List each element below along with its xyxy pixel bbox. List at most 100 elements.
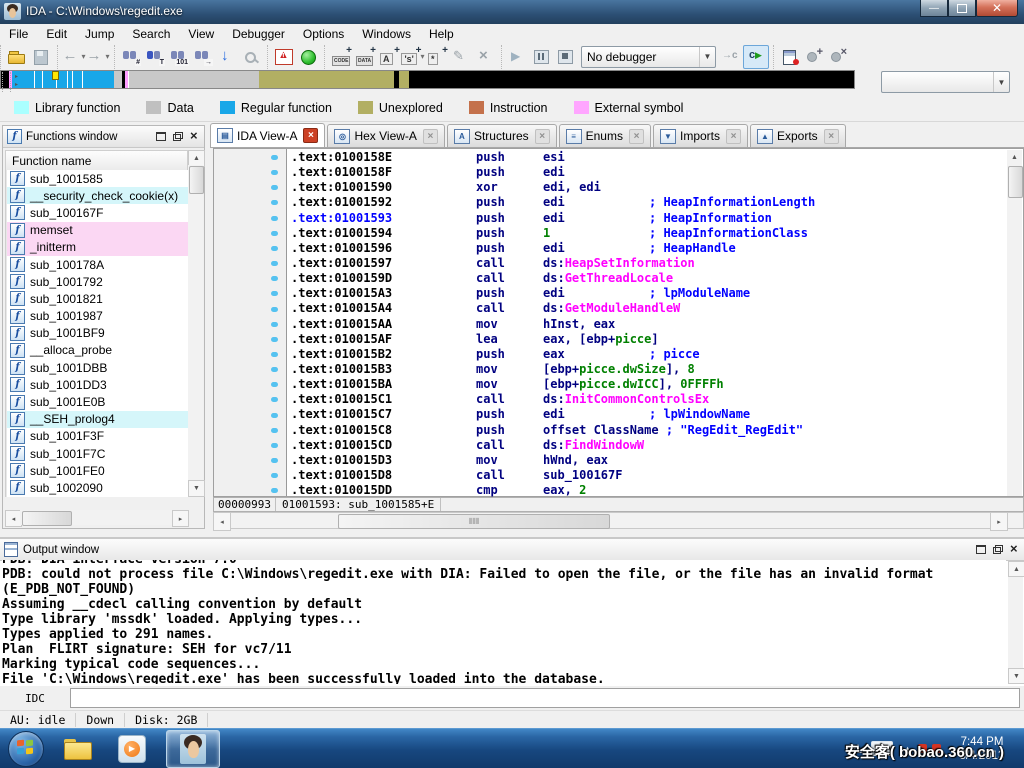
- menu-item-options[interactable]: Options: [294, 25, 353, 43]
- explorer-taskbar-button[interactable]: [58, 732, 98, 766]
- disasm-line[interactable]: .text:010015C1callds:InitCommonControlsE…: [291, 392, 1006, 407]
- menu-item-debugger[interactable]: Debugger: [223, 25, 294, 43]
- disasm-line[interactable]: .text:010015A4callds:GetModuleHandleW: [291, 301, 1006, 316]
- tab-hex-view-a[interactable]: ◎Hex View-A×: [327, 124, 444, 147]
- code-location-dot[interactable]: [271, 155, 278, 160]
- close-icon[interactable]: ×: [303, 128, 318, 143]
- idc-command-input[interactable]: [70, 688, 1020, 708]
- start-button[interactable]: [8, 731, 44, 767]
- functions-vertical-scrollbar[interactable]: ▲ ▼: [188, 150, 203, 497]
- disasm-line[interactable]: .text:0100159Dcallds:GetThreadLocale: [291, 271, 1006, 286]
- maximize-button[interactable]: [948, 0, 976, 17]
- disasm-line[interactable]: .text:010015DDcmpeax, 2: [291, 483, 1006, 497]
- code-location-dot[interactable]: [271, 382, 278, 387]
- disasm-line[interactable]: .text:010015B3mov[ebp+picce.dwSize], 8: [291, 362, 1006, 377]
- media-player-taskbar-button[interactable]: ▶: [112, 732, 152, 766]
- run-to-cursor-button[interactable]: [743, 45, 769, 69]
- disasm-line[interactable]: .text:010015C7pushedi; lpWindowName: [291, 407, 1006, 422]
- function-row[interactable]: fsub_1001987: [6, 308, 191, 325]
- code-location-dot[interactable]: [271, 428, 278, 433]
- navigation-band[interactable]: [0, 70, 855, 89]
- code-location-dot[interactable]: [271, 170, 278, 175]
- menu-item-windows[interactable]: Windows: [353, 25, 420, 43]
- code-location-dot[interactable]: [271, 261, 278, 266]
- code-location-dot[interactable]: [271, 307, 278, 312]
- menu-item-search[interactable]: Search: [123, 25, 179, 43]
- close-icon[interactable]: ×: [726, 129, 741, 144]
- scroll-down-icon[interactable]: ▼: [1008, 668, 1024, 684]
- float-panel-icon[interactable]: [173, 132, 183, 141]
- disasm-line[interactable]: .text:010015B2pusheax; picce: [291, 347, 1006, 362]
- debugger-select[interactable]: No debugger▼: [581, 46, 716, 68]
- code-location-dot[interactable]: [271, 246, 278, 251]
- disasm-line[interactable]: .text:010015BAmov[ebp+picce.dwICC], 0FFF…: [291, 377, 1006, 392]
- analysis-indicator[interactable]: [296, 46, 320, 68]
- drag-handle[interactable]: [2, 72, 11, 92]
- function-row[interactable]: fsub_1001F3F: [6, 428, 191, 445]
- disasm-line[interactable]: .text:01001592pushedi; HeapInformationLe…: [291, 195, 1006, 210]
- save-button[interactable]: [29, 46, 53, 68]
- function-name-column-header[interactable]: Function name: [5, 150, 188, 172]
- scroll-left-icon[interactable]: ◂: [213, 512, 231, 531]
- function-row[interactable]: fsub_100178A: [6, 256, 191, 273]
- function-row[interactable]: fsub_1001821: [6, 290, 191, 307]
- close-icon[interactable]: ×: [824, 129, 839, 144]
- disasm-line[interactable]: .text:01001596pushedi; HeapHandle: [291, 241, 1006, 256]
- tab-exports[interactable]: ▲Exports×: [750, 124, 846, 147]
- close-button[interactable]: ✕: [976, 0, 1018, 17]
- breakpoint-delete-button[interactable]: [826, 46, 850, 68]
- disasm-horizontal-scrollbar[interactable]: ◂ ⦀⦀⦀ ▸: [213, 512, 1024, 529]
- make-string-button[interactable]: 's'+▾: [401, 46, 425, 68]
- code-location-dot[interactable]: [271, 231, 278, 236]
- function-row[interactable]: f_initterm: [6, 239, 191, 256]
- disasm-line[interactable]: .text:0100158Fpushedi: [291, 165, 1006, 180]
- make-array-button[interactable]: *+: [425, 46, 449, 68]
- debug-run-button[interactable]: [506, 46, 530, 68]
- close-icon[interactable]: ×: [535, 129, 550, 144]
- breakpoint-add-button[interactable]: [802, 46, 826, 68]
- disasm-line[interactable]: .text:01001590xoredi, edi: [291, 180, 1006, 195]
- menu-item-help[interactable]: Help: [420, 25, 463, 43]
- functions-horizontal-scrollbar[interactable]: ◂ ▸: [5, 510, 189, 525]
- navigate-forward-button[interactable]: ▾: [86, 46, 110, 68]
- disasm-line[interactable]: .text:010015CDcallds:FindWindowW: [291, 438, 1006, 453]
- navband-range-select[interactable]: ▼: [881, 71, 1010, 93]
- code-location-dot[interactable]: [271, 322, 278, 327]
- tab-enums[interactable]: ≡Enums×: [559, 124, 651, 147]
- disasm-vertical-scrollbar[interactable]: ▲: [1007, 150, 1022, 496]
- output-vertical-scrollbar[interactable]: ▲ ▼: [1008, 561, 1023, 684]
- function-row[interactable]: fsub_1001BF9: [6, 325, 191, 342]
- disasm-line[interactable]: .text:010015D8callsub_100167F: [291, 468, 1006, 483]
- disasm-line[interactable]: .text:010015AAmovhInst, eax: [291, 317, 1006, 332]
- function-row[interactable]: fsub_100167F: [6, 204, 191, 221]
- scroll-down-icon[interactable]: ▼: [188, 480, 205, 497]
- maximize-panel-icon[interactable]: [976, 545, 986, 554]
- scroll-track[interactable]: [1008, 561, 1023, 684]
- maximize-panel-icon[interactable]: [156, 132, 166, 141]
- scroll-track[interactable]: [213, 512, 1024, 529]
- open-file-button[interactable]: [5, 46, 29, 68]
- function-row[interactable]: fsub_1001FE0: [6, 462, 191, 479]
- search-text-button[interactable]: T: [143, 46, 167, 68]
- code-location-dot[interactable]: [271, 367, 278, 372]
- disasm-line[interactable]: .text:0100158Epushesi: [291, 150, 1006, 165]
- scroll-thumb[interactable]: [22, 511, 72, 526]
- disasm-line[interactable]: .text:01001597callds:HeapSetInformation: [291, 256, 1006, 271]
- ida-taskbar-button[interactable]: [166, 730, 220, 768]
- menu-item-file[interactable]: File: [0, 25, 37, 43]
- code-location-dot[interactable]: [271, 458, 278, 463]
- search-next-button[interactable]: →: [191, 46, 215, 68]
- code-location-dot[interactable]: [271, 291, 278, 296]
- function-row[interactable]: f__SEH_prolog4: [6, 411, 191, 428]
- float-panel-icon[interactable]: [993, 545, 1003, 554]
- code-location-dot[interactable]: [271, 337, 278, 342]
- edit-button[interactable]: [449, 46, 473, 68]
- function-row[interactable]: fsub_1001792: [6, 273, 191, 290]
- scroll-thumb[interactable]: [189, 166, 204, 194]
- menu-item-edit[interactable]: Edit: [37, 25, 76, 43]
- scroll-up-icon[interactable]: ▲: [1007, 150, 1022, 164]
- debug-stop-button[interactable]: [554, 46, 578, 68]
- navband-scroll-arrows[interactable]: ▸▸: [12, 73, 21, 91]
- disasm-line[interactable]: .text:010015A3pushedi; lpModuleName: [291, 286, 1006, 301]
- scroll-track[interactable]: [188, 165, 203, 482]
